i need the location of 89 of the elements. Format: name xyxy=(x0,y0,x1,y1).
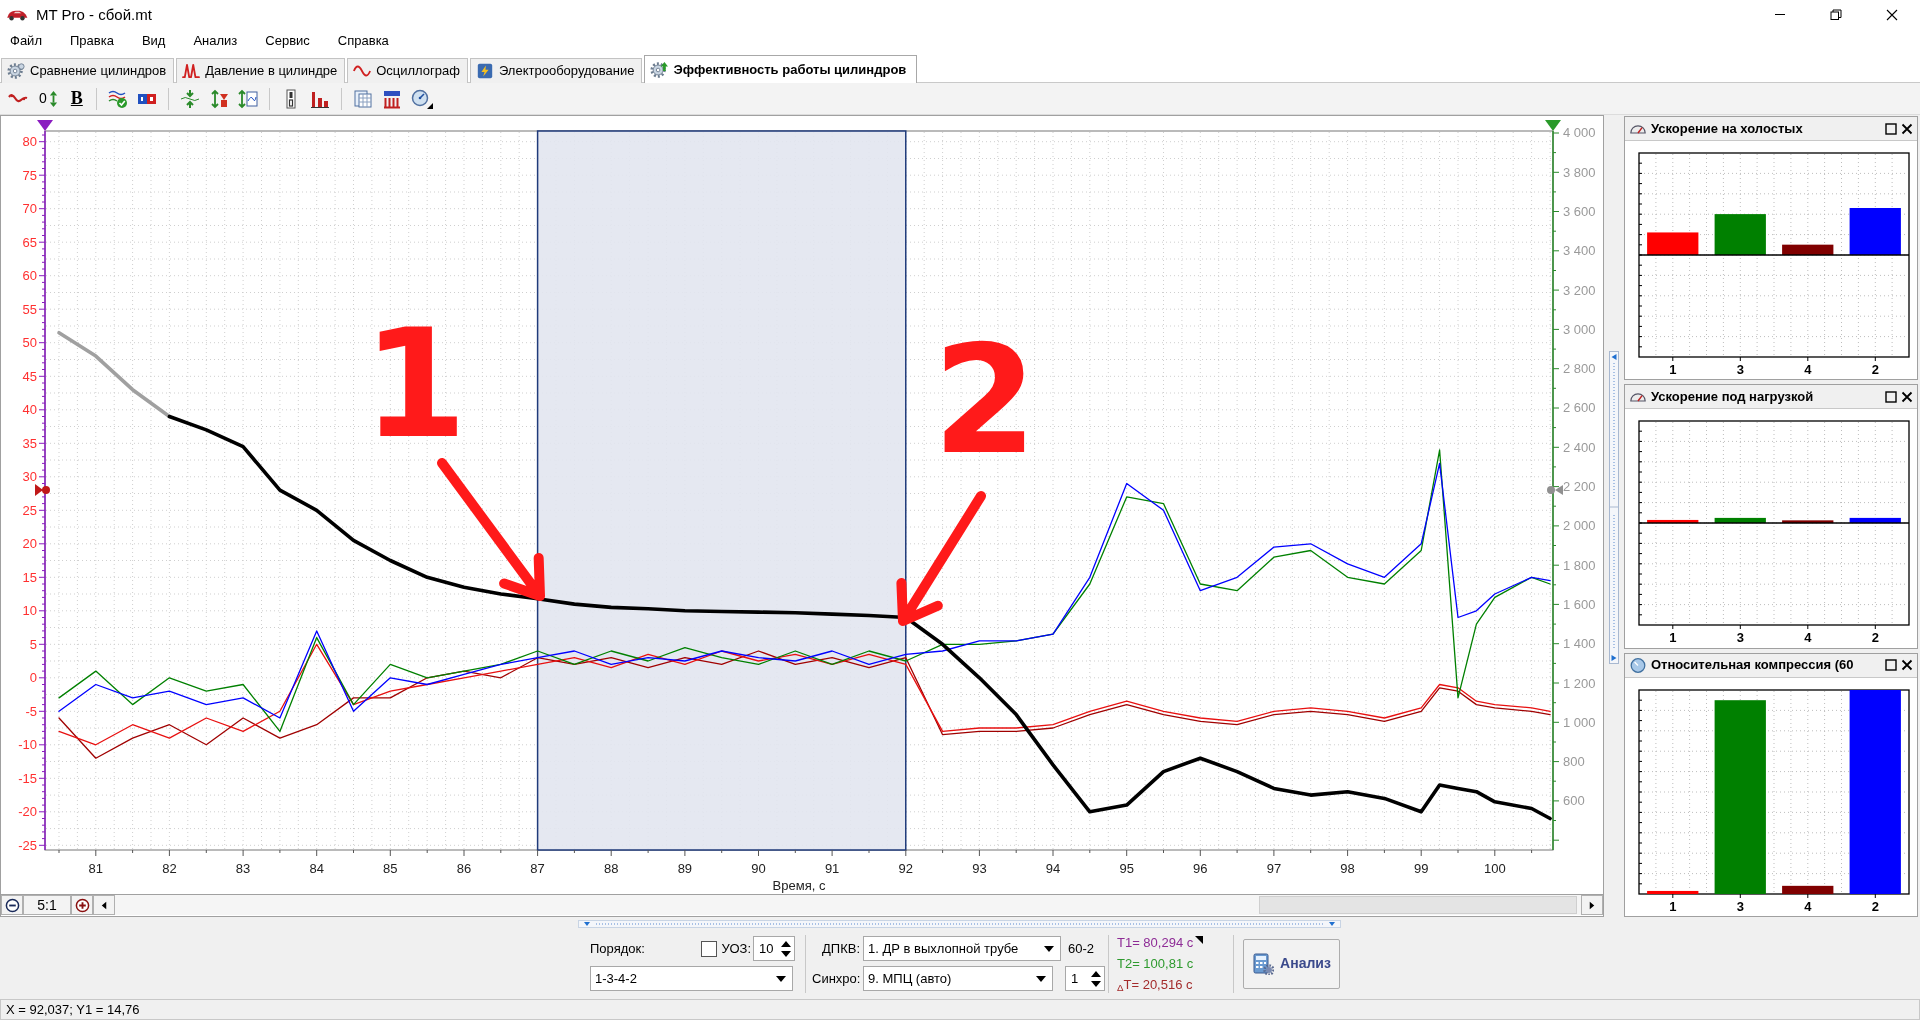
axis-tick-label: 1 800 xyxy=(1563,557,1596,573)
axis-tick-label: 35 xyxy=(22,435,37,451)
axis-tick-label: 2 800 xyxy=(1563,361,1596,377)
panel-title: Ускорение на холостых xyxy=(1651,120,1804,137)
field-label: Порядок: xyxy=(590,940,645,957)
axis-tick-label: -20 xyxy=(18,804,37,820)
axis-tick-label: -25 xyxy=(18,837,37,853)
axis-tick-label: 1 400 xyxy=(1563,636,1596,652)
axis-tick-label: 95 xyxy=(1119,861,1134,876)
annotation-number: 2 xyxy=(932,313,1038,487)
axis-tick-label: 1 000 xyxy=(1563,714,1596,730)
axis-tick-label: 0 xyxy=(29,670,37,686)
axis-tick-label: 4 xyxy=(1804,630,1812,646)
panel-title: Относительная компрессия (60 xyxy=(1651,657,1855,673)
axis-tick-label: 55 xyxy=(22,301,37,317)
axis-tick-label: 60 xyxy=(22,268,37,284)
axis-tick-label: 4 xyxy=(1804,362,1812,377)
axis-tick-label: 3 800 xyxy=(1563,164,1596,180)
field-label: 60-2 xyxy=(1068,940,1095,957)
axis-tick-label: 2 000 xyxy=(1563,518,1596,534)
axis-tick-label: 94 xyxy=(1045,861,1061,876)
axis-tick-label: 25 xyxy=(22,502,37,518)
time-reading: $_{Δ}$T= 20,516 с xyxy=(1117,976,1194,995)
axis-tick-label: 3 xyxy=(1736,362,1744,377)
axis-tick-label: 30 xyxy=(22,469,37,485)
axis-tick-label: 3 000 xyxy=(1563,321,1596,337)
axis-tick-label: 40 xyxy=(22,402,37,418)
axis-tick-label: -10 xyxy=(18,737,37,753)
axis-tick-label: 1 xyxy=(1669,630,1677,646)
axis-tick-label: -5 xyxy=(25,703,37,719)
axis-tick-label: 2 400 xyxy=(1563,439,1596,455)
axis-tick-label: 88 xyxy=(604,861,619,876)
axis-tick-label: 98 xyxy=(1340,861,1355,876)
axis-tick-label: 90 xyxy=(751,861,766,876)
axis-tick-label: 600 xyxy=(1563,793,1585,809)
axis-tick-label: 5 xyxy=(29,636,37,652)
axis-tick-label: 80 xyxy=(22,134,37,150)
axis-tick-label: 15 xyxy=(22,569,37,585)
axis-tick-label: 3 200 xyxy=(1563,282,1596,298)
axis-tick-label: 1 xyxy=(1669,898,1677,914)
axis-tick-label: 3 600 xyxy=(1563,204,1596,220)
axis-tick-label: 82 xyxy=(162,861,177,876)
axis-tick-label: 4 000 xyxy=(1563,125,1596,141)
axis-tick-label: 800 xyxy=(1563,754,1585,770)
axis-tick-label: 2 xyxy=(1871,898,1879,914)
axis-tick-label: 89 xyxy=(677,861,693,876)
axis-tick-label: 45 xyxy=(22,368,37,384)
axis-tick-label: 70 xyxy=(22,201,37,217)
annotation-number: 1 xyxy=(362,297,468,471)
axis-tick-label: 3 400 xyxy=(1563,243,1596,259)
axis-tick-label: 1 600 xyxy=(1563,596,1596,612)
axis-tick-label: 83 xyxy=(235,861,251,876)
status-text: X = 92,037; Y1 = 14,76 xyxy=(6,1001,140,1018)
axis-tick-label: 2 xyxy=(1871,630,1879,646)
axis-tick-label: 4 xyxy=(1804,898,1812,914)
axis-tick-label: 50 xyxy=(22,335,37,351)
axis-tick-label: 86 xyxy=(456,861,472,876)
axis-tick-label: 65 xyxy=(22,234,37,250)
axis-tick-label: 3 xyxy=(1736,898,1744,914)
axis-tick-label: 84 xyxy=(309,861,324,876)
axis-title: Время, с xyxy=(772,878,826,893)
axis-tick-label: 91 xyxy=(824,861,840,876)
axis-tick-label: 75 xyxy=(22,167,37,183)
axis-tick-label: 93 xyxy=(972,861,987,876)
axis-tick-label: 87 xyxy=(530,861,545,876)
axis-tick-label: 20 xyxy=(22,536,37,552)
axis-tick-label: 10 xyxy=(22,603,37,619)
axis-tick-label: 85 xyxy=(383,861,398,876)
axis-tick-label: 1 200 xyxy=(1563,675,1596,691)
axis-tick-label: 81 xyxy=(88,861,104,876)
field-label: УОЗ: xyxy=(721,940,751,957)
axis-tick-label: 2 xyxy=(1871,362,1879,377)
zoom-ratio: 5:1 xyxy=(23,895,71,915)
axis-tick-label: 3 xyxy=(1736,630,1744,646)
axis-tick-label: 1 xyxy=(1669,362,1677,377)
window-title: MT Pro - сбой.mt xyxy=(36,6,152,24)
axis-tick-label: 92 xyxy=(898,861,913,876)
axis-tick-label: -15 xyxy=(18,770,37,786)
axis-tick-label: 96 xyxy=(1193,861,1208,876)
panel-title: Ускорение под нагрузкой xyxy=(1651,389,1815,405)
time-reading: T1= 80,294 с xyxy=(1117,934,1194,952)
field-label: Синхро: xyxy=(812,970,862,987)
axis-tick-label: 97 xyxy=(1266,861,1282,876)
field-label: ДПКВ: xyxy=(821,940,861,957)
axis-tick-label: 2 600 xyxy=(1563,400,1596,416)
time-reading: T2= 100,81 с xyxy=(1117,955,1194,973)
axis-tick-label: 2 200 xyxy=(1563,479,1596,495)
axis-tick-label: 100 xyxy=(1484,861,1506,876)
axis-tick-label: 99 xyxy=(1413,861,1429,876)
